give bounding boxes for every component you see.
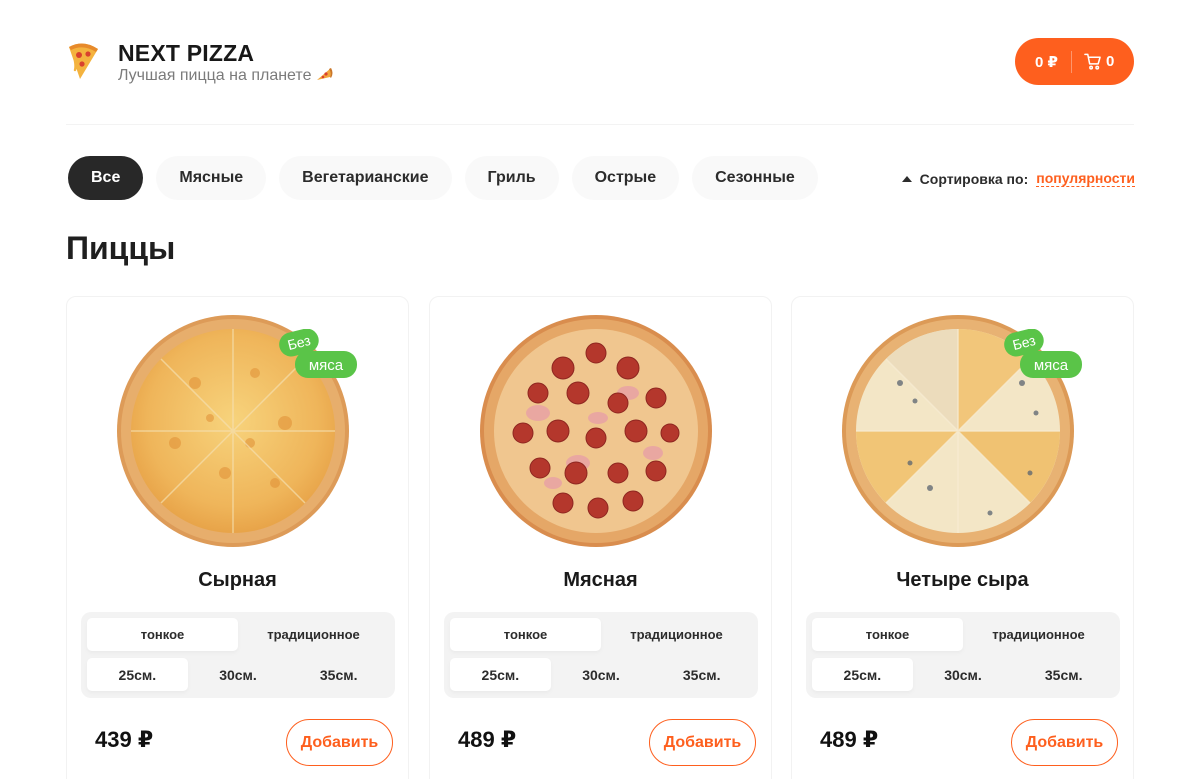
category-list: Все Мясные Вегетарианские Гриль Острые С… (68, 156, 818, 200)
category-spicy[interactable]: Острые (571, 156, 680, 200)
pizza-options: тонкое традиционное 25см. 30см. 35см. (806, 612, 1120, 698)
pizza-card: Мясная тонкое традиционное 25см. 30см. 3… (429, 296, 772, 779)
size-option[interactable]: 35см. (288, 658, 389, 691)
dough-type-option[interactable]: традиционное (601, 618, 752, 651)
cart-divider (1070, 50, 1072, 73)
add-to-cart-button[interactable]: Добавить (1011, 719, 1118, 766)
pizza-slice-logo-icon[interactable] (66, 41, 100, 81)
pizza-options: тонкое традиционное 25см. 30см. 35см. (81, 612, 395, 698)
pizza-card: Без мяса Сырная тонкое традиционное 25см… (66, 296, 409, 779)
cart-total: 0 ₽ (1035, 53, 1058, 71)
brand-subtitle: Лучшая пицца на планете (118, 66, 333, 85)
pizza-price: 489 ₽ (458, 727, 517, 752)
sort-label: Сортировка по: (919, 170, 1029, 187)
badge-line-2: мяса (1034, 357, 1069, 374)
brand-title: NEXT PIZZA (118, 40, 255, 66)
brand-subtitle-text: Лучшая пицца на планете (118, 67, 312, 84)
size-option[interactable]: 25см. (812, 658, 913, 691)
sort-control: Сортировка по: популярности (901, 170, 1135, 187)
pizza-price: 489 ₽ (820, 727, 879, 752)
category-grill[interactable]: Гриль (464, 156, 559, 200)
pizza-name: Мясная (563, 569, 638, 591)
size-option[interactable]: 25см. (87, 658, 188, 691)
sort-value-link[interactable]: популярности (1036, 170, 1135, 187)
category-vegetarian[interactable]: Вегетарианские (279, 156, 452, 200)
size-option[interactable]: 25см. (450, 658, 551, 691)
dough-type-option[interactable]: тонкое (450, 618, 601, 651)
pizza-name: Четыре сыра (896, 569, 1029, 591)
no-meat-badge: Без мяса (279, 329, 357, 378)
cart-button[interactable]: 0 ₽ 0 (1015, 38, 1134, 85)
add-to-cart-button[interactable]: Добавить (649, 719, 756, 766)
pizza-card: Без мяса Четыре сыра тонкое традиционное… (791, 296, 1134, 779)
size-option[interactable]: 35см. (1013, 658, 1114, 691)
header-divider (66, 124, 1134, 125)
pizza-price: 439 ₽ (95, 727, 154, 752)
add-to-cart-button[interactable]: Добавить (286, 719, 393, 766)
category-seasonal[interactable]: Сезонные (692, 156, 818, 200)
cart-count: 0 (1105, 53, 1115, 70)
badge-line-2: мяса (309, 357, 344, 374)
size-option[interactable]: 30см. (913, 658, 1014, 691)
category-all[interactable]: Все (68, 156, 144, 200)
header: NEXT PIZZA Лучшая пицца на планете 0 ₽ 0 (66, 36, 1134, 90)
pizza-emoji-icon (317, 68, 333, 80)
dough-type-option[interactable]: традиционное (963, 618, 1114, 651)
dough-type-option[interactable]: тонкое (87, 618, 238, 651)
section-title: Пиццы (66, 230, 176, 266)
dough-type-option[interactable]: тонкое (812, 618, 963, 651)
pizza-image-meat (480, 315, 712, 547)
pizza-name: Сырная (198, 569, 277, 591)
no-meat-badge: Без мяса (1004, 329, 1082, 378)
pizza-options: тонкое традиционное 25см. 30см. 35см. (444, 612, 758, 698)
size-option[interactable]: 35см. (651, 658, 752, 691)
dough-type-option[interactable]: традиционное (238, 618, 389, 651)
size-option[interactable]: 30см. (188, 658, 289, 691)
cart-icon (1084, 53, 1101, 70)
size-option[interactable]: 30см. (551, 658, 652, 691)
category-meat[interactable]: Мясные (156, 156, 267, 200)
triangle-up-icon[interactable] (901, 175, 912, 182)
